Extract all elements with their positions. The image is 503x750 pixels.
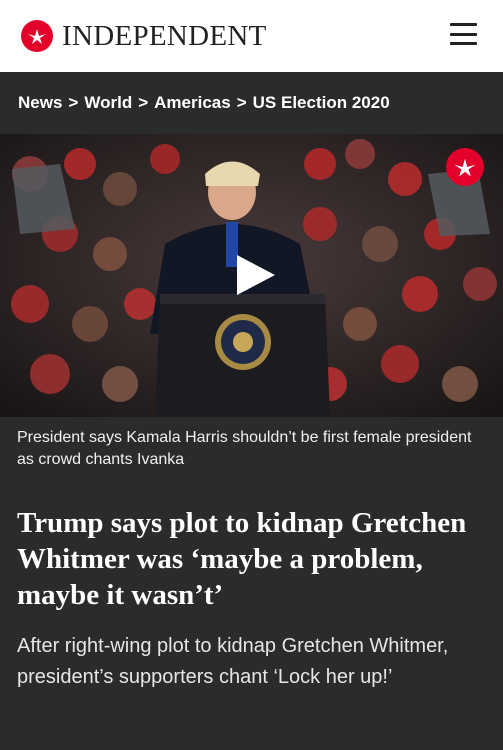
breadcrumb-separator: > bbox=[236, 93, 247, 112]
eagle-icon bbox=[21, 20, 53, 52]
breadcrumb-item-americas[interactable]: Americas bbox=[154, 93, 231, 113]
site-logo[interactable]: INDEPENDENT bbox=[21, 20, 267, 53]
video-caption: President says Kamala Harris shouldn’t b… bbox=[17, 429, 472, 468]
hamburger-menu-icon[interactable] bbox=[450, 23, 477, 45]
breadcrumb-separator: > bbox=[68, 93, 79, 112]
eagle-icon bbox=[446, 148, 484, 186]
play-icon[interactable] bbox=[233, 253, 277, 297]
breadcrumb-item-us-election-2020[interactable]: US Election 2020 bbox=[253, 93, 390, 113]
breadcrumb-item-world[interactable]: World bbox=[84, 93, 132, 113]
article-standfirst: After right-wing plot to kidnap Gretchen… bbox=[17, 635, 449, 688]
breadcrumb: News > World > Americas > US Election 20… bbox=[0, 72, 503, 134]
breadcrumb-separator: > bbox=[138, 93, 149, 112]
article-headline: Trump says plot to kidnap Gretchen Whitm… bbox=[17, 507, 467, 611]
brand-wordmark: INDEPENDENT bbox=[62, 19, 267, 52]
breadcrumb-item-news[interactable]: News bbox=[18, 93, 62, 113]
site-header: INDEPENDENT bbox=[0, 0, 503, 72]
